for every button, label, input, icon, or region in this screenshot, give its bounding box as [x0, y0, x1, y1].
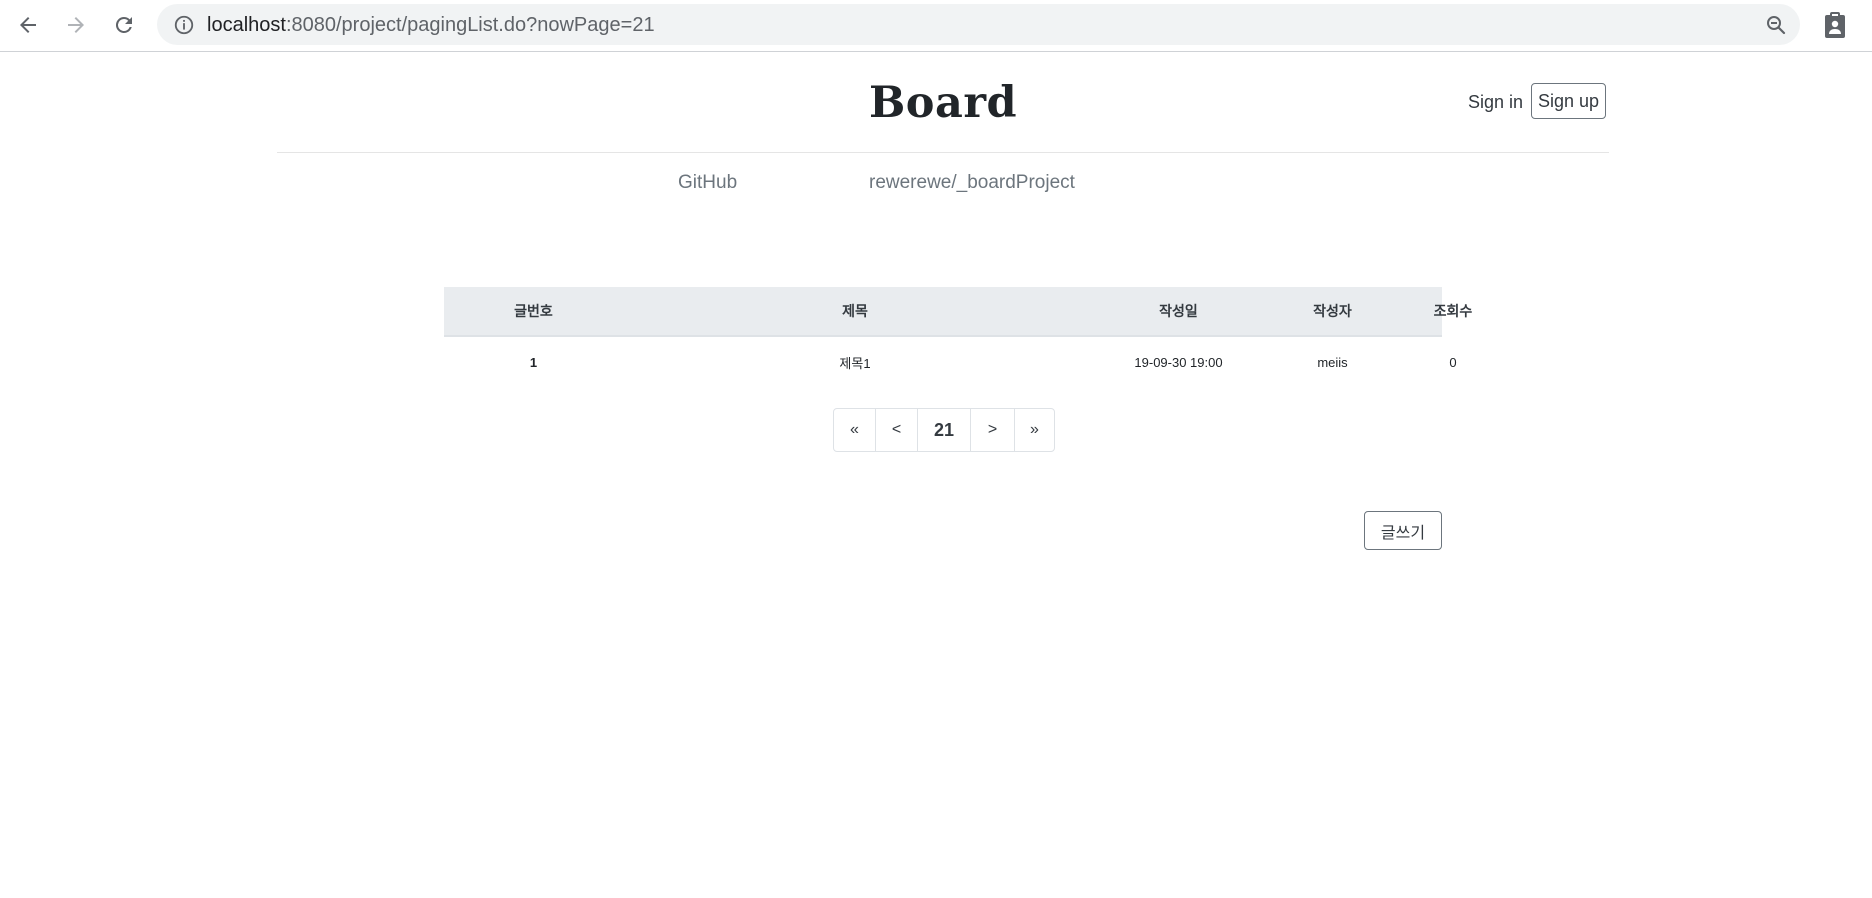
- reload-icon[interactable]: [109, 10, 139, 40]
- browser-toolbar: localhost:8080/project/pagingList.do?now…: [0, 0, 1872, 52]
- column-header-views: 조회수: [1433, 303, 1473, 319]
- forward-arrow-icon[interactable]: [61, 10, 91, 40]
- column-header-title: 제목: [842, 303, 868, 319]
- url-host: localhost: [207, 14, 286, 36]
- header-divider: [277, 152, 1609, 153]
- cell-date: 19-09-30 19:00: [1134, 354, 1223, 370]
- sign-up-button[interactable]: Sign up: [1531, 83, 1606, 119]
- back-arrow-icon[interactable]: [13, 10, 43, 40]
- clipboard-icon[interactable]: [1821, 10, 1849, 40]
- pagination: « < 21 > »: [833, 408, 1055, 452]
- address-bar[interactable]: localhost:8080/project/pagingList.do?now…: [157, 4, 1800, 45]
- zoom-icon[interactable]: [1764, 13, 1788, 37]
- url-text[interactable]: localhost:8080/project/pagingList.do?now…: [207, 14, 655, 36]
- write-post-button[interactable]: 글쓰기: [1364, 511, 1442, 550]
- cell-views: 0: [1449, 354, 1457, 370]
- column-header-number: 글번호: [514, 303, 553, 319]
- board-table: 글번호 제목 작성일 작성자 조회수 1 제목1 19-09-30 19:00 …: [444, 287, 1472, 387]
- nav-link-github[interactable]: GitHub: [678, 170, 737, 196]
- cell-author: meiis: [1317, 354, 1348, 370]
- page-last-button[interactable]: »: [1015, 409, 1054, 451]
- nav-link-repo[interactable]: rewerewe/_boardProject: [869, 170, 1075, 196]
- table-row: 1 제목1 19-09-30 19:00 meiis 0: [444, 337, 1457, 387]
- page-prev-button[interactable]: <: [876, 409, 918, 451]
- page-current[interactable]: 21: [918, 409, 971, 451]
- url-path: :8080/project/pagingList.do?nowPage=21: [285, 14, 655, 36]
- info-icon[interactable]: [173, 14, 195, 36]
- page-next-button[interactable]: >: [971, 409, 1015, 451]
- column-header-date: 작성일: [1159, 303, 1198, 319]
- cell-number: 1: [529, 354, 538, 370]
- table-header-row: 글번호 제목 작성일 작성자 조회수: [444, 287, 1472, 337]
- sign-in-link[interactable]: Sign in: [1468, 90, 1523, 114]
- page-first-button[interactable]: «: [834, 409, 876, 451]
- cell-title-link[interactable]: 제목1: [623, 337, 1087, 387]
- column-header-author: 작성자: [1313, 303, 1352, 319]
